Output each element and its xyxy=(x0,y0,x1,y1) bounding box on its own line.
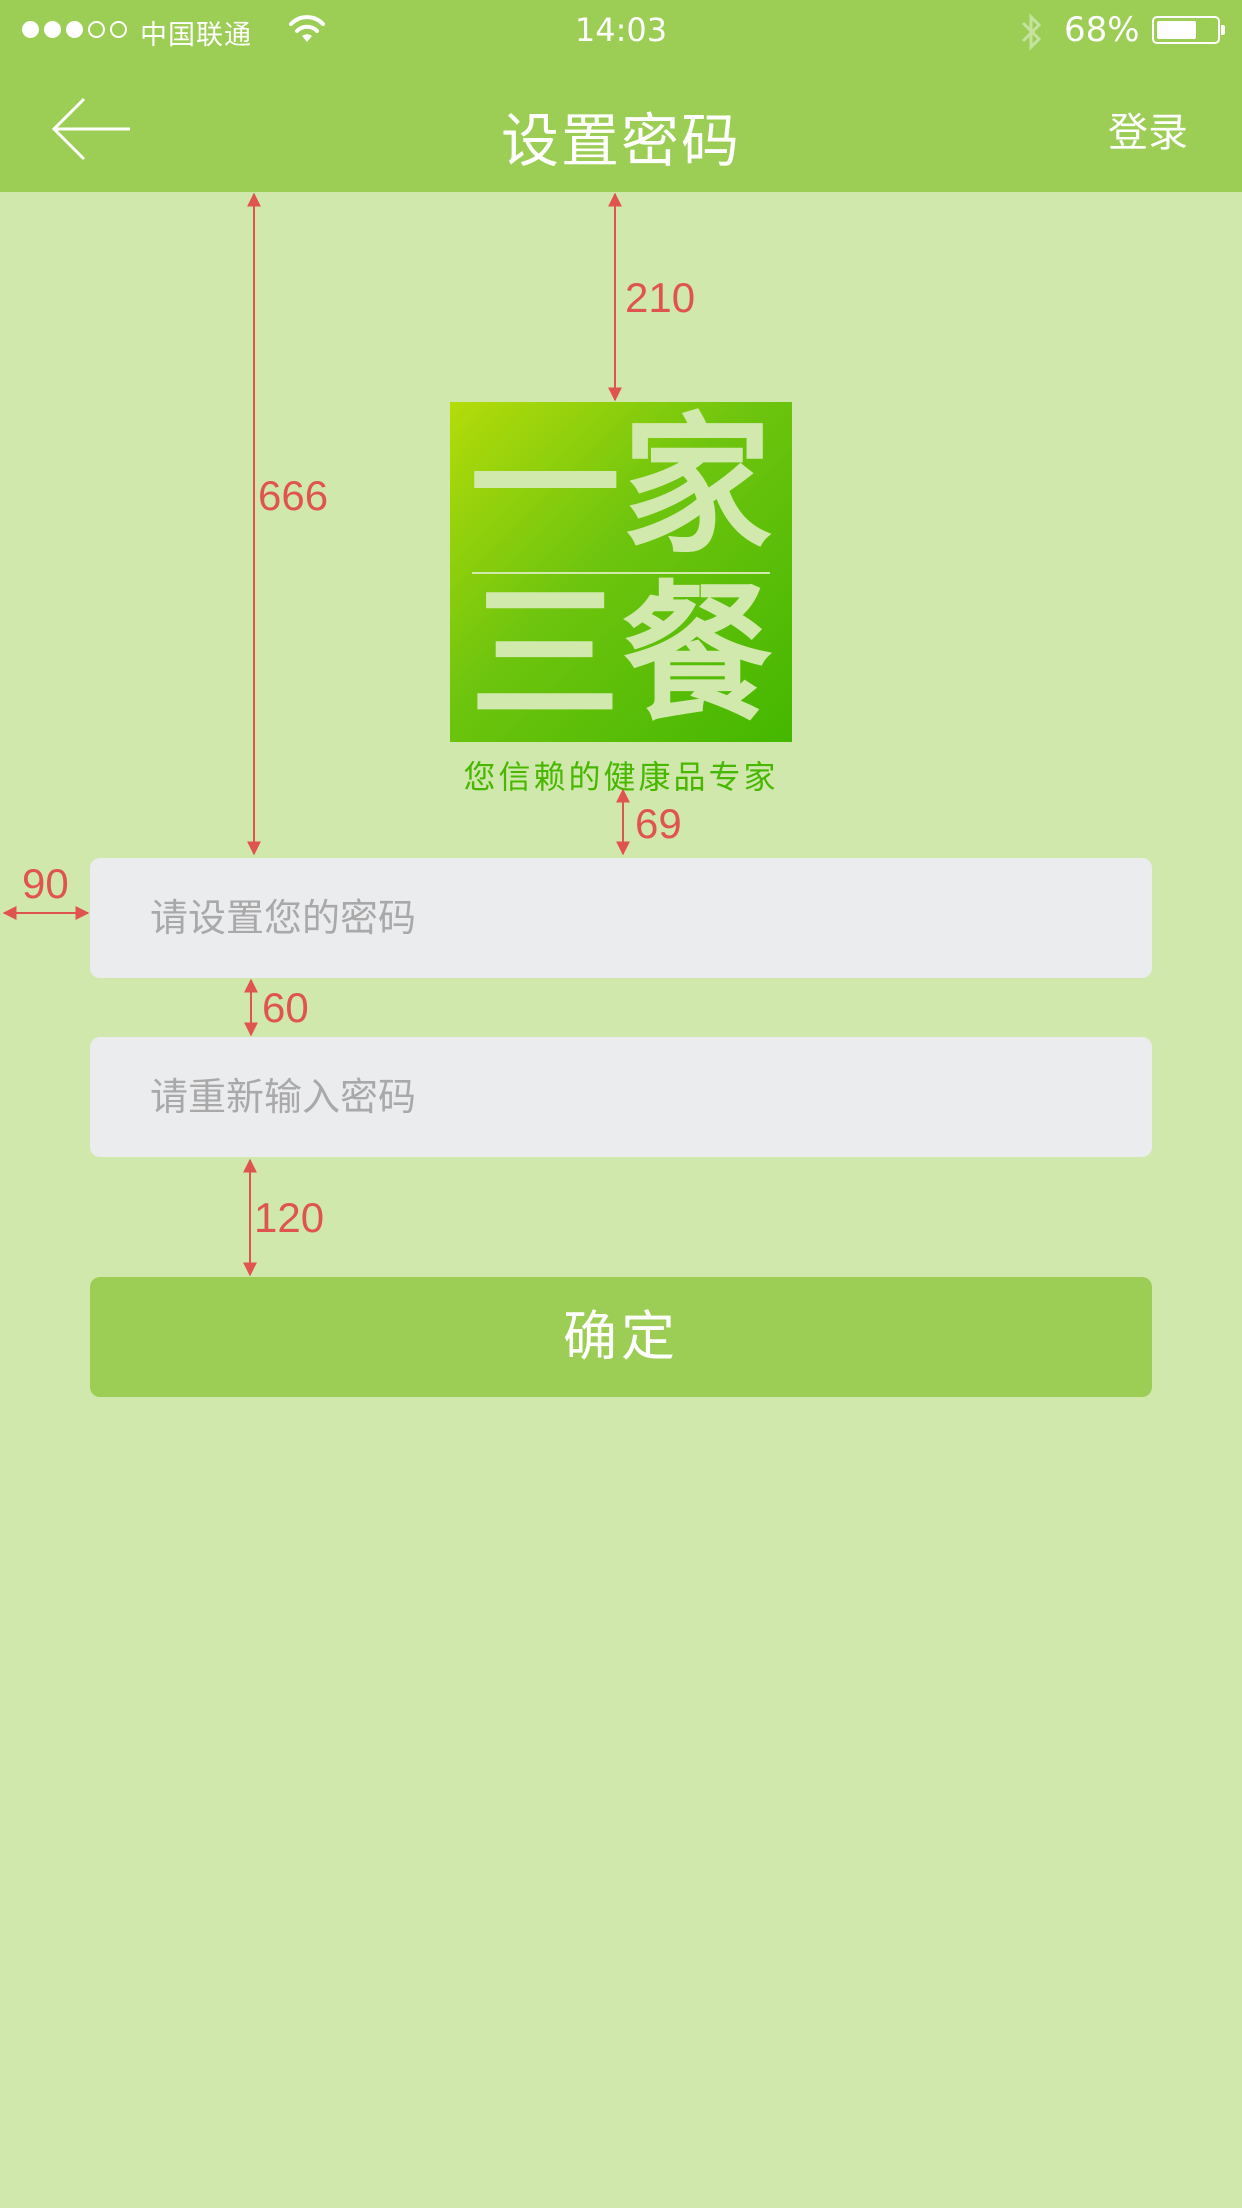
measure-label-90: 90 xyxy=(22,860,69,907)
measurement-overlay xyxy=(2,192,630,1277)
measure-label-69: 69 xyxy=(635,800,682,847)
measure-label-210: 210 xyxy=(625,274,696,321)
measure-label-120: 120 xyxy=(254,1194,325,1241)
measure-label-60: 60 xyxy=(262,984,309,1031)
measure-label-666: 666 xyxy=(258,472,329,519)
